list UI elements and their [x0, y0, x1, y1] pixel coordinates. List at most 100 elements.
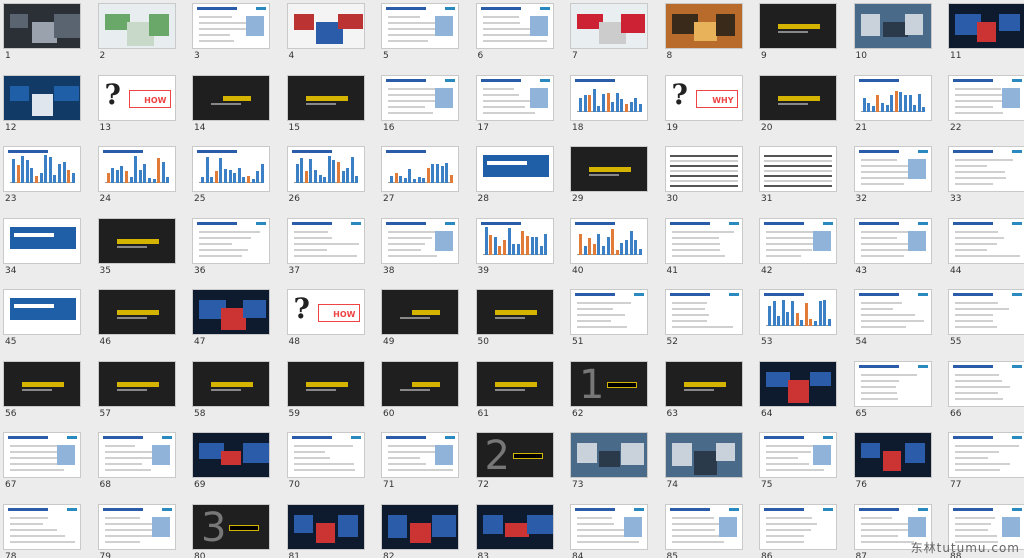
slide-thumbnail-21[interactable]: 21: [853, 74, 949, 146]
slide-thumbnail-57[interactable]: 57: [97, 360, 193, 432]
slide-thumbnail-72[interactable]: 2 72: [475, 432, 571, 503]
slide-preview[interactable]: [3, 146, 81, 192]
slide-preview[interactable]: [286, 360, 365, 407]
slide-thumbnail-48[interactable]: ? HOW 48: [286, 289, 382, 360]
slide-preview[interactable]: [759, 217, 837, 264]
slide-preview[interactable]: [97, 217, 176, 264]
slide-thumbnail-81[interactable]: 81: [286, 503, 382, 558]
slide-thumbnail-27[interactable]: 27: [381, 146, 476, 217]
slide-thumbnail-79[interactable]: 79: [97, 503, 193, 558]
slide-preview[interactable]: [664, 146, 743, 192]
slide-preview[interactable]: [286, 217, 365, 264]
slide-thumbnail-7[interactable]: 7: [570, 3, 665, 74]
slide-thumbnail-9[interactable]: 9: [759, 3, 854, 74]
slide-thumbnail-51[interactable]: 51: [570, 289, 665, 360]
slide-preview[interactable]: [475, 360, 554, 407]
slide-thumbnail-74[interactable]: 74: [664, 432, 760, 503]
slide-preview[interactable]: [192, 289, 270, 335]
slide-thumbnail-63[interactable]: 63: [664, 360, 760, 432]
slide-preview[interactable]: [475, 74, 554, 121]
slide-thumbnail-66[interactable]: 66: [948, 360, 1024, 432]
slide-preview[interactable]: [475, 3, 554, 49]
slide-preview[interactable]: [192, 74, 270, 121]
slide-preview[interactable]: [570, 217, 648, 264]
slide-preview[interactable]: [759, 503, 837, 550]
slide-preview[interactable]: [3, 3, 81, 49]
slide-thumbnail-40[interactable]: 40: [570, 217, 665, 289]
slide-preview[interactable]: [570, 289, 648, 335]
slide-thumbnail-73[interactable]: 73: [570, 432, 665, 503]
slide-preview[interactable]: [97, 146, 176, 192]
slide-thumbnail-70[interactable]: 70: [286, 432, 382, 503]
slide-preview[interactable]: [948, 432, 1024, 478]
slide-thumbnail-33[interactable]: 33: [948, 146, 1024, 217]
slide-preview[interactable]: [97, 3, 176, 49]
slide-preview[interactable]: [570, 74, 648, 121]
slide-thumbnail-31[interactable]: 31: [759, 146, 854, 217]
slide-thumbnail-47[interactable]: 47: [192, 289, 287, 360]
slide-preview[interactable]: [286, 3, 365, 49]
slide-preview[interactable]: 2: [475, 432, 554, 478]
slide-preview[interactable]: [570, 146, 648, 192]
slide-preview[interactable]: [381, 289, 459, 335]
slide-preview[interactable]: ? WHY: [664, 74, 743, 121]
slide-thumbnail-43[interactable]: 43: [853, 217, 949, 289]
slide-thumbnail-61[interactable]: 61: [475, 360, 571, 432]
slide-preview[interactable]: [948, 74, 1024, 121]
slide-preview[interactable]: [3, 432, 81, 478]
slide-thumbnail-8[interactable]: 8: [664, 3, 760, 74]
slide-preview[interactable]: [948, 146, 1024, 192]
slide-preview[interactable]: 1: [570, 360, 648, 407]
slide-preview[interactable]: [286, 503, 365, 550]
slide-preview[interactable]: [759, 146, 837, 192]
slide-thumbnail-19[interactable]: ? WHY 19: [664, 74, 760, 146]
slide-thumbnail-12[interactable]: 12: [3, 74, 98, 146]
slide-thumbnail-13[interactable]: ? HOW 13: [97, 74, 193, 146]
slide-thumbnail-77[interactable]: 77: [948, 432, 1024, 503]
slide-thumbnail-14[interactable]: 14: [192, 74, 287, 146]
slide-thumbnail-60[interactable]: 60: [381, 360, 476, 432]
slide-preview[interactable]: [853, 217, 932, 264]
slide-preview[interactable]: [759, 3, 837, 49]
slide-thumbnail-69[interactable]: 69: [192, 432, 287, 503]
slide-thumbnail-62[interactable]: 1 62: [570, 360, 665, 432]
slide-preview[interactable]: [286, 74, 365, 121]
slide-thumbnail-42[interactable]: 42: [759, 217, 854, 289]
slide-thumbnail-24[interactable]: 24: [97, 146, 193, 217]
slide-preview[interactable]: [97, 289, 176, 335]
slide-preview[interactable]: [381, 217, 459, 264]
slide-thumbnail-3[interactable]: 3: [192, 3, 287, 74]
slide-preview[interactable]: [664, 289, 743, 335]
slide-thumbnail-39[interactable]: 39: [475, 217, 571, 289]
slide-thumbnail-18[interactable]: 18: [570, 74, 665, 146]
slide-thumbnail-56[interactable]: 56: [3, 360, 98, 432]
slide-thumbnail-55[interactable]: 55: [948, 289, 1024, 360]
slide-thumbnail-67[interactable]: 67: [3, 432, 98, 503]
slide-thumbnail-53[interactable]: 53: [759, 289, 854, 360]
slide-thumbnail-50[interactable]: 50: [475, 289, 571, 360]
slide-thumbnail-32[interactable]: 32: [853, 146, 949, 217]
slide-preview[interactable]: [475, 503, 554, 550]
slide-preview[interactable]: ? HOW: [97, 74, 176, 121]
slide-preview[interactable]: [97, 503, 176, 550]
slide-preview[interactable]: [664, 503, 743, 550]
slide-thumbnail-35[interactable]: 35: [97, 217, 193, 289]
slide-thumbnail-71[interactable]: 71: [381, 432, 476, 503]
slide-preview[interactable]: [853, 3, 932, 49]
slide-thumbnail-15[interactable]: 15: [286, 74, 382, 146]
slide-preview[interactable]: [475, 217, 554, 264]
slide-preview[interactable]: [3, 217, 81, 264]
slide-preview[interactable]: [948, 3, 1024, 49]
slide-thumbnail-59[interactable]: 59: [286, 360, 382, 432]
slide-preview[interactable]: [853, 360, 932, 407]
slide-thumbnail-86[interactable]: 86: [759, 503, 854, 558]
slide-thumbnail-20[interactable]: 20: [759, 74, 854, 146]
slide-thumbnail-5[interactable]: 5: [381, 3, 476, 74]
slide-preview[interactable]: [381, 3, 459, 49]
slide-preview[interactable]: [3, 503, 81, 550]
slide-preview[interactable]: [192, 432, 270, 478]
slide-thumbnail-38[interactable]: 38: [381, 217, 476, 289]
slide-preview[interactable]: [759, 74, 837, 121]
slide-thumbnail-4[interactable]: 4: [286, 3, 382, 74]
slide-thumbnail-49[interactable]: 49: [381, 289, 476, 360]
